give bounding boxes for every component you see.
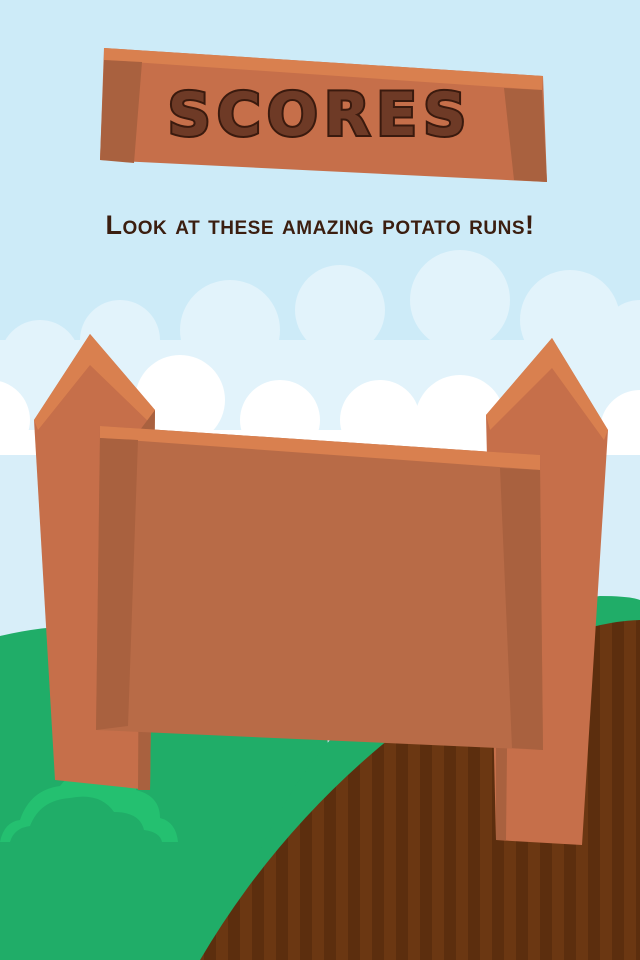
scores-board (100, 430, 540, 750)
page-subtitle: Look at these amazing potato runs! (105, 210, 535, 240)
